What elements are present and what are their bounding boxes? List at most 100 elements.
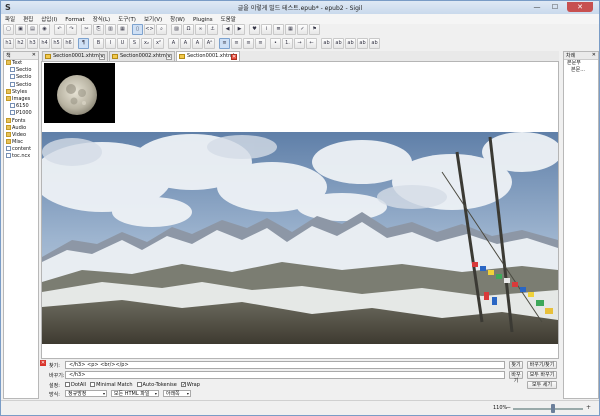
maximize-button[interactable]: ☐ bbox=[547, 2, 563, 12]
undo-icon[interactable]: ↶ bbox=[54, 24, 65, 35]
close-window-button[interactable]: ✕ bbox=[567, 2, 593, 12]
checkbox-dotall[interactable] bbox=[65, 382, 70, 387]
find-input[interactable]: </h3> <p> <br/></p> bbox=[65, 361, 505, 369]
info-icon[interactable]: i bbox=[261, 24, 272, 35]
tree-item[interactable]: Misc bbox=[4, 139, 38, 146]
tree-item[interactable]: Sectio bbox=[4, 67, 38, 74]
tab-section0001-a[interactable]: Section0001.xhtml ✕ bbox=[42, 51, 108, 61]
open-icon[interactable]: ▤ bbox=[27, 24, 38, 35]
strikethrough-icon[interactable]: S bbox=[129, 38, 140, 49]
cut-icon[interactable]: ✂ bbox=[81, 24, 92, 35]
replace-find-button[interactable]: 바꾸기/찾기 bbox=[527, 361, 557, 369]
link-icon[interactable]: ∞ bbox=[195, 24, 206, 35]
subscript-icon[interactable]: x₂ bbox=[141, 38, 152, 49]
save-icon[interactable]: ◉ bbox=[39, 24, 50, 35]
image-icon[interactable]: ▨ bbox=[171, 24, 182, 35]
outdent-icon[interactable]: ← bbox=[306, 38, 317, 49]
ab5-icon[interactable]: ab bbox=[369, 38, 380, 49]
add-file-icon[interactable]: ▣ bbox=[15, 24, 26, 35]
ab3-icon[interactable]: ab bbox=[345, 38, 356, 49]
toc-item[interactable]: 본문부 bbox=[564, 60, 598, 67]
moon-image[interactable] bbox=[44, 63, 115, 123]
menu-item[interactable]: 삽입(I) bbox=[37, 14, 61, 24]
text-a-icon[interactable]: A bbox=[168, 38, 179, 49]
zoom-in-button[interactable]: + bbox=[585, 404, 592, 412]
heading6-icon[interactable]: h6 bbox=[63, 38, 74, 49]
menu-item[interactable]: 장식(L) bbox=[89, 14, 114, 24]
ab2-icon[interactable]: ab bbox=[333, 38, 344, 49]
menu-item[interactable]: 창(W) bbox=[166, 14, 189, 24]
justify-icon[interactable]: ≡ bbox=[255, 38, 266, 49]
menu-item[interactable]: 도구(T) bbox=[114, 14, 140, 24]
heading2-icon[interactable]: h2 bbox=[15, 38, 26, 49]
bold-icon[interactable]: B bbox=[93, 38, 104, 49]
book-view-icon[interactable]: ▯ bbox=[132, 24, 143, 35]
superscript-icon[interactable]: x² bbox=[153, 38, 164, 49]
check-icon[interactable]: ✓ bbox=[297, 24, 308, 35]
tree-item[interactable]: Audio bbox=[4, 124, 38, 132]
tab-close-icon[interactable]: ✕ bbox=[166, 54, 172, 60]
font-size-icon[interactable]: Aᴬ bbox=[204, 38, 215, 49]
menu-item[interactable]: 편집 bbox=[19, 14, 37, 24]
tree-item[interactable]: Styles bbox=[4, 88, 38, 96]
align-right-icon[interactable]: ≡ bbox=[243, 38, 254, 49]
text-a3-icon[interactable]: A bbox=[192, 38, 203, 49]
indent-icon[interactable]: → bbox=[294, 38, 305, 49]
tree-item[interactable]: Sectio bbox=[4, 81, 38, 89]
list-icon[interactable]: ≣ bbox=[273, 24, 284, 35]
zoom-out-button[interactable]: − bbox=[505, 404, 512, 412]
paragraph-icon[interactable]: ¶ bbox=[78, 38, 89, 49]
align-left-icon[interactable]: ≡ bbox=[219, 38, 230, 49]
paste-special-icon[interactable]: ▦ bbox=[117, 24, 128, 35]
heading1-icon[interactable]: h1 bbox=[3, 38, 14, 49]
ab-icon[interactable]: ab bbox=[321, 38, 332, 49]
replace-all-button[interactable]: 모두 바꾸기 bbox=[527, 371, 557, 379]
tree-item[interactable]: Images bbox=[4, 95, 38, 103]
menu-item[interactable]: 파일 bbox=[1, 14, 19, 24]
anchor-icon[interactable]: ⚓ bbox=[207, 24, 218, 35]
tree-item[interactable]: Sectio bbox=[4, 74, 38, 81]
find-button[interactable]: 찾기 bbox=[509, 361, 523, 369]
tree-item[interactable]: Video bbox=[4, 131, 38, 139]
paste-icon[interactable]: ▥ bbox=[105, 24, 116, 35]
ab4-icon[interactable]: ab bbox=[357, 38, 368, 49]
tree-item[interactable]: 6150 bbox=[4, 103, 38, 110]
heading5-icon[interactable]: h5 bbox=[51, 38, 62, 49]
redo-icon[interactable]: ↷ bbox=[66, 24, 77, 35]
underline-icon[interactable]: U bbox=[117, 38, 128, 49]
tab-close-icon[interactable]: ✕ bbox=[99, 54, 105, 60]
menu-item[interactable]: Format bbox=[61, 16, 88, 24]
search-direction-select[interactable]: 아래쪽 ▾ bbox=[162, 390, 191, 397]
search-scope-select[interactable]: 모든 HTML 파일 ▾ bbox=[110, 390, 159, 397]
play-icon[interactable]: ▶ bbox=[234, 24, 245, 35]
table-icon[interactable]: ▦ bbox=[285, 24, 296, 35]
checkbox-auto-tokenise[interactable] bbox=[136, 382, 142, 387]
mountain-panorama-image[interactable] bbox=[42, 132, 558, 344]
tree-item[interactable]: P1000 bbox=[4, 110, 38, 117]
toc-item[interactable]: 본문... bbox=[564, 67, 598, 74]
bullets-icon[interactable]: • bbox=[270, 38, 281, 49]
menu-item[interactable]: Plugins bbox=[189, 16, 217, 24]
align-center-icon[interactable]: ≡ bbox=[231, 38, 242, 49]
menu-item[interactable]: 도움말 bbox=[217, 14, 240, 24]
heading4-icon[interactable]: h4 bbox=[39, 38, 50, 49]
tree-item[interactable]: content bbox=[4, 146, 38, 153]
numbering-icon[interactable]: 1. bbox=[282, 38, 293, 49]
menu-item[interactable]: 보기(V) bbox=[140, 14, 166, 24]
minimize-button[interactable]: — bbox=[529, 2, 545, 12]
italic-icon[interactable]: I bbox=[105, 38, 116, 49]
checkbox-wrap[interactable]: ✓ bbox=[180, 382, 186, 388]
heading3-icon[interactable]: h3 bbox=[27, 38, 38, 49]
toc-close-button[interactable]: ✕ bbox=[592, 52, 596, 58]
search-icon[interactable]: ⌕ bbox=[156, 24, 167, 35]
back-icon[interactable]: ◀ bbox=[222, 24, 233, 35]
special-char-icon[interactable]: Ω bbox=[183, 24, 194, 35]
tab-section0001-active[interactable]: Section0001.xhtml ✕ bbox=[176, 51, 240, 61]
tab-section0002[interactable]: Section0002.xhtml ✕ bbox=[109, 51, 175, 61]
checkbox-minimal-match[interactable] bbox=[90, 382, 96, 387]
zoom-slider-track[interactable] bbox=[513, 408, 583, 410]
tree-item[interactable]: Text bbox=[4, 60, 38, 67]
code-view-icon[interactable]: <> bbox=[144, 24, 155, 35]
new-file-icon[interactable]: ▢ bbox=[3, 24, 14, 35]
tree-item[interactable]: Fonts bbox=[4, 117, 38, 125]
